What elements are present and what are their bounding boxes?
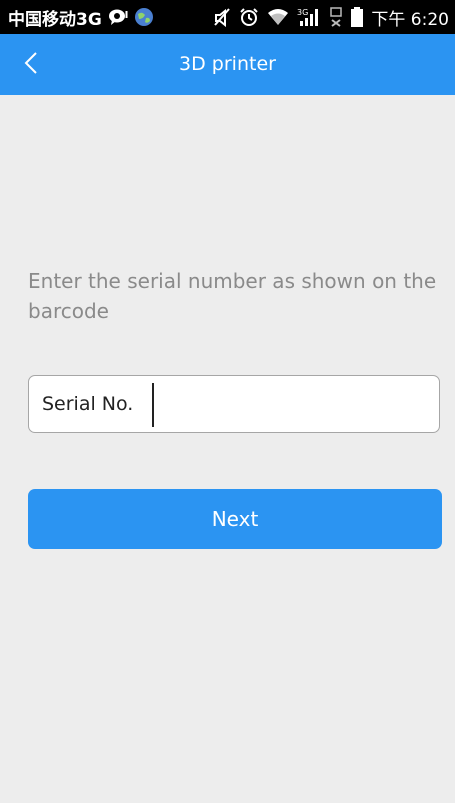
serial-number-field[interactable]: Serial No. — [28, 375, 440, 433]
serial-number-label: Serial No. — [42, 393, 134, 415]
carrier-text: 中国移动3G — [8, 9, 102, 30]
app-bar: 3D printer — [0, 34, 455, 95]
status-right: 3G 下午 6:20 — [213, 0, 449, 34]
no-sim-icon — [329, 7, 343, 27]
mute-icon — [213, 7, 231, 27]
serial-number-input[interactable] — [147, 384, 431, 424]
status-left: 中国移动3G — [8, 0, 154, 34]
globe-app-icon — [134, 7, 154, 27]
chat-bubble-icon — [108, 8, 128, 26]
network-badge: 3G — [297, 8, 308, 17]
next-button[interactable]: Next — [28, 489, 442, 549]
status-bar: 中国移动3G 3G 下午 6:20 — [0, 0, 455, 34]
status-clock: 下午 6:20 — [371, 9, 449, 30]
page-title: 3D printer — [179, 53, 276, 75]
alarm-icon — [239, 7, 259, 27]
wifi-icon — [267, 8, 289, 26]
signal-icon: 3G — [297, 7, 321, 27]
battery-icon — [351, 7, 364, 27]
instruction-text: Enter the serial number as shown on the … — [28, 269, 437, 323]
text-cursor — [152, 383, 154, 427]
